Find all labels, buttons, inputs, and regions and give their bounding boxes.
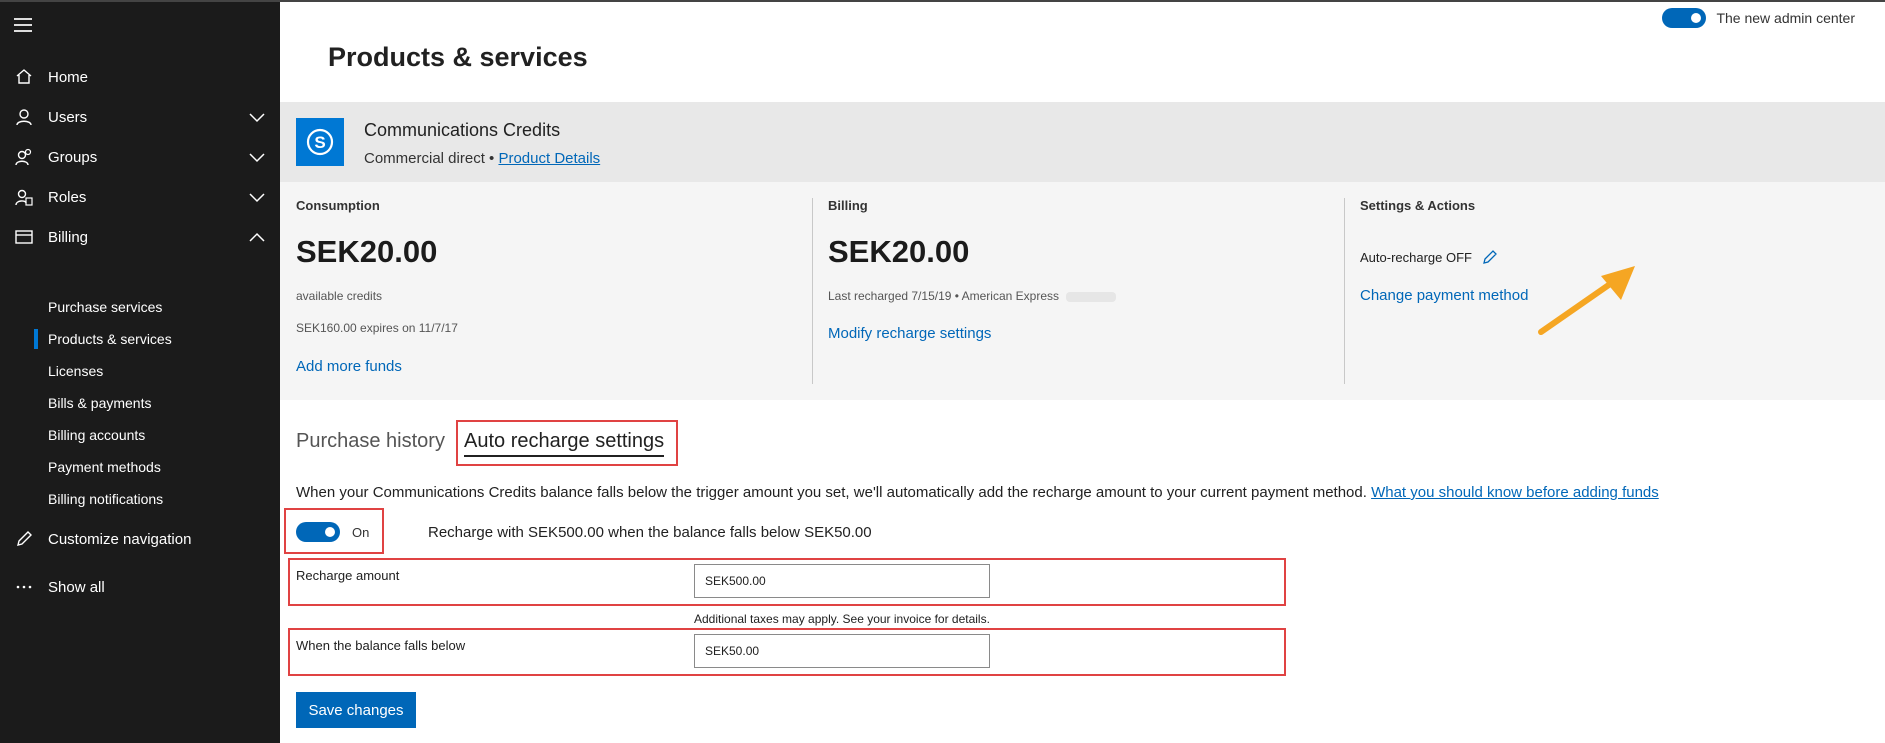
sidebar-item-label: Billing <box>48 228 89 246</box>
sidebar-sub-billing-accounts[interactable]: Billing accounts <box>48 427 145 447</box>
sidebar-item-billing[interactable]: Billing <box>0 217 280 257</box>
sidebar-item-show-all[interactable]: Show all <box>0 567 280 607</box>
sidebar-item-label: Users <box>48 108 88 126</box>
sidebar-item-users[interactable]: Users <box>0 97 280 137</box>
sidebar-sub-billing-notifications[interactable]: Billing notifications <box>48 491 163 511</box>
hamburger-icon[interactable] <box>14 18 32 32</box>
skype-icon: S <box>296 118 344 166</box>
sidebar-sub-payment-methods[interactable]: Payment methods <box>48 459 161 479</box>
tab-purchase-history[interactable]: Purchase history <box>296 430 445 453</box>
threshold-label: When the balance falls below <box>296 638 466 653</box>
highlight-box <box>456 420 678 466</box>
annotation-arrow-icon <box>1538 266 1635 335</box>
sidebar-sub-products-services[interactable]: Products & services <box>48 331 172 351</box>
threshold-input[interactable] <box>694 634 990 668</box>
consumption-sub: available credits <box>296 289 383 303</box>
chevron-down-icon[interactable] <box>248 111 266 123</box>
sidebar: Home Users Groups Roles Billing Purchase… <box>0 2 280 743</box>
sidebar-sub-bills-payments[interactable]: Bills & payments <box>48 395 151 415</box>
auto-recharge-status-row: Auto-recharge OFF <box>1360 249 1498 265</box>
card-divider <box>812 198 813 384</box>
consumption-card: Consumption SEK20.00 available credits S… <box>296 182 796 400</box>
sidebar-item-label: Home <box>48 68 89 86</box>
sidebar-item-roles[interactable]: Roles <box>0 177 280 217</box>
chevron-up-icon[interactable] <box>248 231 266 243</box>
billing-heading: Billing <box>828 198 868 213</box>
edit-pencil-icon[interactable] <box>1482 249 1498 265</box>
settings-heading: Settings & Actions <box>1360 198 1476 213</box>
sidebar-item-label: Groups <box>48 148 98 166</box>
sidebar-item-label: Show all <box>48 578 105 596</box>
change-payment-link[interactable]: Change payment method <box>1360 287 1528 304</box>
sidebar-item-home[interactable]: Home <box>0 57 280 97</box>
sidebar-item-label: Roles <box>48 188 87 206</box>
auto-recharge-status: Auto-recharge OFF <box>1360 249 1472 265</box>
card-divider <box>1344 198 1345 384</box>
sidebar-item-groups[interactable]: Groups <box>0 137 280 177</box>
consumption-expiry: SEK160.00 expires on 11/7/17 <box>296 321 458 335</box>
billing-card: Billing SEK20.00 Last recharged 7/15/19 … <box>828 182 1328 400</box>
page-title: Products & services <box>328 42 588 72</box>
tax-note: Additional taxes may apply. See your inv… <box>694 612 990 626</box>
active-indicator <box>34 329 38 349</box>
sidebar-sub-licenses[interactable]: Licenses <box>48 363 103 383</box>
ellipsis-icon <box>16 585 32 589</box>
groups-icon <box>15 148 32 166</box>
sidebar-item-label: Customize navigation <box>48 530 192 548</box>
highlight-box <box>284 508 384 554</box>
product-channel: Commercial direct • <box>364 150 495 167</box>
recharge-summary: Recharge with SEK500.00 when the balance… <box>428 524 872 541</box>
user-icon <box>16 109 32 126</box>
recharge-amount-input[interactable] <box>694 564 990 598</box>
new-admin-toggle[interactable] <box>1662 8 1707 28</box>
billing-amount: SEK20.00 <box>828 234 970 269</box>
sidebar-sub-purchase-services[interactable]: Purchase services <box>48 299 162 319</box>
pencil-icon <box>17 531 32 546</box>
last-recharged-text: Last recharged 7/15/19 • American Expres… <box>828 289 1059 303</box>
add-more-funds-link[interactable]: Add more funds <box>296 358 402 375</box>
new-admin-label: The new admin center <box>1716 10 1855 26</box>
sidebar-item-customize[interactable]: Customize navigation <box>0 519 280 559</box>
last-recharged: Last recharged 7/15/19 • American Expres… <box>828 289 1117 303</box>
consumption-amount: SEK20.00 <box>296 234 438 269</box>
chevron-down-icon[interactable] <box>248 151 266 163</box>
product-subline: Commercial direct • Product Details <box>364 150 600 167</box>
new-admin-toggle-row: The new admin center <box>1662 8 1855 28</box>
modify-recharge-link[interactable]: Modify recharge settings <box>828 325 991 342</box>
auto-recharge-description: When your Communications Credits balance… <box>296 484 1659 501</box>
summary-cards: Consumption SEK20.00 available credits S… <box>280 182 1885 400</box>
product-name: Communications Credits <box>364 120 561 140</box>
svg-text:S: S <box>314 133 325 152</box>
chevron-down-icon[interactable] <box>248 191 266 203</box>
funds-info-link[interactable]: What you should know before adding funds <box>1371 484 1659 501</box>
main-content: The new admin center Products & services… <box>280 2 1885 743</box>
roles-icon <box>15 189 33 206</box>
consumption-heading: Consumption <box>296 198 380 213</box>
save-changes-button[interactable]: Save changes <box>296 692 416 728</box>
product-header: S Communications Credits Commercial dire… <box>280 102 1885 182</box>
description-text: When your Communications Credits balance… <box>296 484 1367 501</box>
home-icon <box>16 69 32 84</box>
product-details-link[interactable]: Product Details <box>498 150 600 167</box>
redacted-card-number <box>1066 291 1117 302</box>
billing-icon <box>15 230 33 244</box>
recharge-amount-label: Recharge amount <box>296 568 400 583</box>
